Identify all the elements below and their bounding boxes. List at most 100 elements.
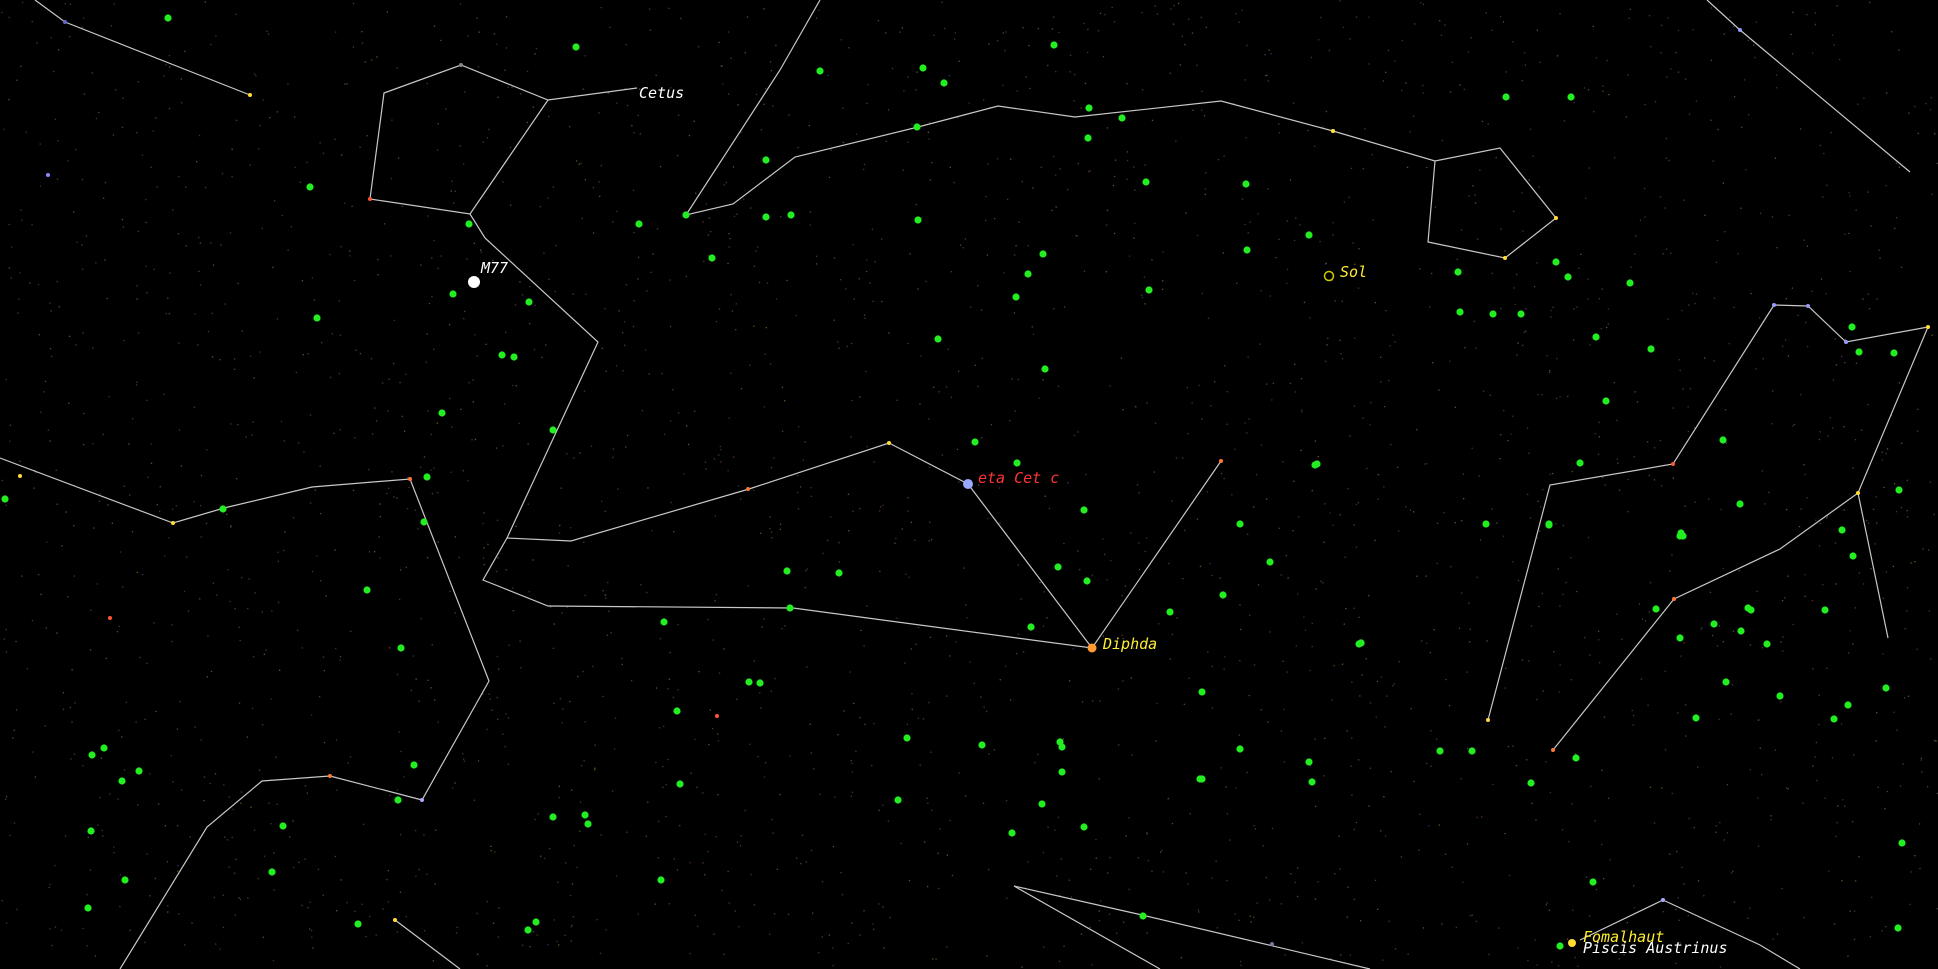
green-object-marker-icon[interactable] [1589, 878, 1597, 886]
green-object-marker-icon[interactable] [1576, 459, 1584, 467]
green-object-marker-icon[interactable] [449, 290, 457, 298]
green-object-marker-icon[interactable] [1502, 93, 1510, 101]
green-object-marker-icon[interactable] [135, 767, 143, 775]
green-object-marker-icon[interactable] [1058, 743, 1066, 751]
fomalhaut-marker-icon[interactable] [1568, 939, 1576, 947]
green-object-marker-icon[interactable] [438, 409, 446, 417]
green-object-marker-icon[interactable] [783, 567, 791, 575]
green-object-marker-icon[interactable] [498, 351, 506, 359]
star-marker-icon[interactable] [1671, 462, 1675, 466]
green-object-marker-icon[interactable] [1080, 823, 1088, 831]
green-object-marker-icon[interactable] [1454, 268, 1462, 276]
green-object-marker-icon[interactable] [84, 904, 92, 912]
green-object-marker-icon[interactable] [1468, 747, 1476, 755]
green-object-marker-icon[interactable] [762, 213, 770, 221]
green-object-marker-icon[interactable] [1895, 486, 1903, 494]
green-object-marker-icon[interactable] [268, 868, 276, 876]
green-object-marker-icon[interactable] [279, 822, 287, 830]
green-object-marker-icon[interactable] [1848, 323, 1856, 331]
green-object-marker-icon[interactable] [1305, 231, 1313, 239]
green-object-marker-icon[interactable] [524, 926, 532, 934]
green-object-marker-icon[interactable] [1556, 942, 1564, 950]
green-object-marker-icon[interactable] [394, 796, 402, 804]
green-object-marker-icon[interactable] [1722, 678, 1730, 686]
green-object-marker-icon[interactable] [1849, 552, 1857, 560]
star-marker-icon[interactable] [1738, 28, 1742, 32]
label-fomalhaut[interactable]: Fomalhaut [1583, 928, 1664, 946]
star-marker-icon[interactable] [1772, 303, 1776, 307]
star-marker-icon[interactable] [1503, 256, 1507, 260]
green-object-marker-icon[interactable] [978, 741, 986, 749]
green-object-marker-icon[interactable] [1013, 459, 1021, 467]
green-object-marker-icon[interactable] [1145, 286, 1153, 294]
green-object-marker-icon[interactable] [1776, 692, 1784, 700]
green-object-marker-icon[interactable] [1085, 104, 1093, 112]
star-marker-icon[interactable] [18, 474, 22, 478]
label-diphda[interactable]: Diphda [1102, 635, 1157, 653]
green-object-marker-icon[interactable] [1139, 912, 1147, 920]
green-object-marker-icon[interactable] [1838, 526, 1846, 534]
green-object-marker-icon[interactable] [1652, 605, 1660, 613]
green-object-marker-icon[interactable] [397, 644, 405, 652]
green-object-marker-icon[interactable] [1436, 747, 1444, 755]
green-object-marker-icon[interactable] [1313, 460, 1321, 468]
star-marker-icon[interactable] [715, 714, 719, 718]
green-object-marker-icon[interactable] [1308, 778, 1316, 786]
green-object-marker-icon[interactable] [410, 761, 418, 769]
green-object-marker-icon[interactable] [660, 618, 668, 626]
green-object-marker-icon[interactable] [1830, 715, 1838, 723]
green-object-marker-icon[interactable] [1027, 623, 1035, 631]
green-object-marker-icon[interactable] [762, 156, 770, 164]
green-object-marker-icon[interactable] [121, 876, 129, 884]
green-object-marker-icon[interactable] [1882, 684, 1890, 692]
green-object-marker-icon[interactable] [1266, 558, 1274, 566]
green-object-marker-icon[interactable] [1489, 310, 1497, 318]
green-object-marker-icon[interactable] [572, 43, 580, 51]
green-object-marker-icon[interactable] [676, 780, 684, 788]
green-object-marker-icon[interactable] [1890, 349, 1898, 357]
green-object-marker-icon[interactable] [420, 518, 428, 526]
green-object-marker-icon[interactable] [584, 820, 592, 828]
green-object-marker-icon[interactable] [673, 707, 681, 715]
green-object-marker-icon[interactable] [1527, 779, 1535, 787]
green-object-marker-icon[interactable] [313, 314, 321, 322]
green-object-marker-icon[interactable] [1647, 345, 1655, 353]
star-marker-icon[interactable] [459, 63, 463, 67]
green-object-marker-icon[interactable] [1552, 258, 1560, 266]
green-object-marker-icon[interactable] [682, 211, 690, 219]
green-object-marker-icon[interactable] [1, 495, 9, 503]
green-object-marker-icon[interactable] [1517, 310, 1525, 318]
green-object-marker-icon[interactable] [1572, 754, 1580, 762]
green-object-marker-icon[interactable] [1855, 348, 1863, 356]
green-object-marker-icon[interactable] [100, 744, 108, 752]
green-object-marker-icon[interactable] [118, 777, 126, 785]
star-marker-icon[interactable] [1844, 340, 1848, 344]
star-marker-icon[interactable] [108, 616, 112, 620]
green-object-marker-icon[interactable] [465, 220, 473, 228]
green-object-marker-icon[interactable] [1747, 606, 1755, 614]
green-object-marker-icon[interactable] [219, 505, 227, 513]
green-object-marker-icon[interactable] [88, 751, 96, 759]
green-object-marker-icon[interactable] [1844, 701, 1852, 709]
green-object-marker-icon[interactable] [1083, 577, 1091, 585]
green-object-marker-icon[interactable] [1236, 745, 1244, 753]
green-object-marker-icon[interactable] [306, 183, 314, 191]
green-object-marker-icon[interactable] [1357, 639, 1365, 647]
green-object-marker-icon[interactable] [816, 67, 824, 75]
green-object-marker-icon[interactable] [1898, 839, 1906, 847]
green-object-marker-icon[interactable] [657, 876, 665, 884]
star-marker-icon[interactable] [1926, 325, 1930, 329]
green-object-marker-icon[interactable] [1602, 397, 1610, 405]
green-object-marker-icon[interactable] [745, 678, 753, 686]
green-object-marker-icon[interactable] [708, 254, 716, 262]
green-object-marker-icon[interactable] [940, 79, 948, 87]
star-marker-icon[interactable] [328, 774, 332, 778]
green-object-marker-icon[interactable] [549, 813, 557, 821]
green-object-marker-icon[interactable] [510, 353, 518, 361]
sky-chart[interactable]: Cetus M77 Sol eta Cet c Diphda Piscis Au… [0, 0, 1938, 969]
star-marker-icon[interactable] [1331, 129, 1335, 133]
label-cetus[interactable]: Cetus [639, 84, 684, 102]
green-object-marker-icon[interactable] [1821, 606, 1829, 614]
green-object-marker-icon[interactable] [1676, 634, 1684, 642]
star-marker-icon[interactable] [46, 173, 50, 177]
